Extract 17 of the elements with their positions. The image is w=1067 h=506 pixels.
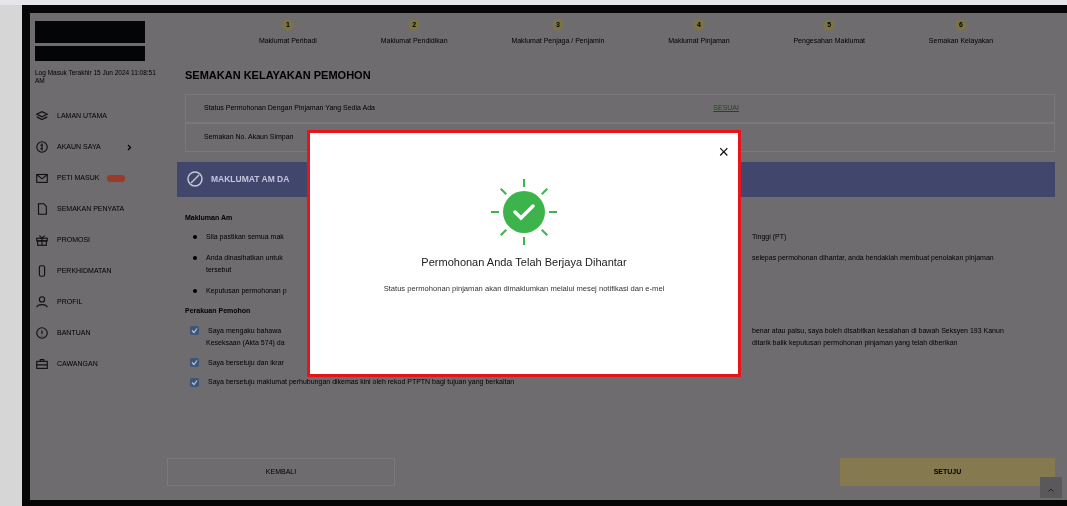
bullet-icon bbox=[193, 288, 197, 293]
banner-title: MAKLUMAT AM DA bbox=[211, 172, 290, 186]
bullet-icon bbox=[193, 255, 197, 260]
page-title: SEMAKAN KELAYAKAN PEMOHON bbox=[185, 68, 372, 83]
dialog-title: Permohonan Anda Telah Berjaya Dihantar bbox=[421, 255, 627, 270]
gift-icon bbox=[35, 233, 49, 248]
checkbox[interactable] bbox=[190, 358, 199, 368]
checkbox[interactable] bbox=[190, 377, 199, 387]
mail-icon bbox=[35, 171, 49, 186]
success-check-icon bbox=[488, 176, 560, 248]
close-button[interactable]: × bbox=[718, 143, 729, 161]
user-icon bbox=[35, 295, 49, 310]
document-icon bbox=[35, 202, 49, 217]
bullet-icon bbox=[193, 235, 197, 240]
checkbox[interactable] bbox=[190, 326, 199, 336]
chevron-up-icon bbox=[1048, 487, 1054, 492]
briefcase-icon bbox=[35, 357, 49, 372]
